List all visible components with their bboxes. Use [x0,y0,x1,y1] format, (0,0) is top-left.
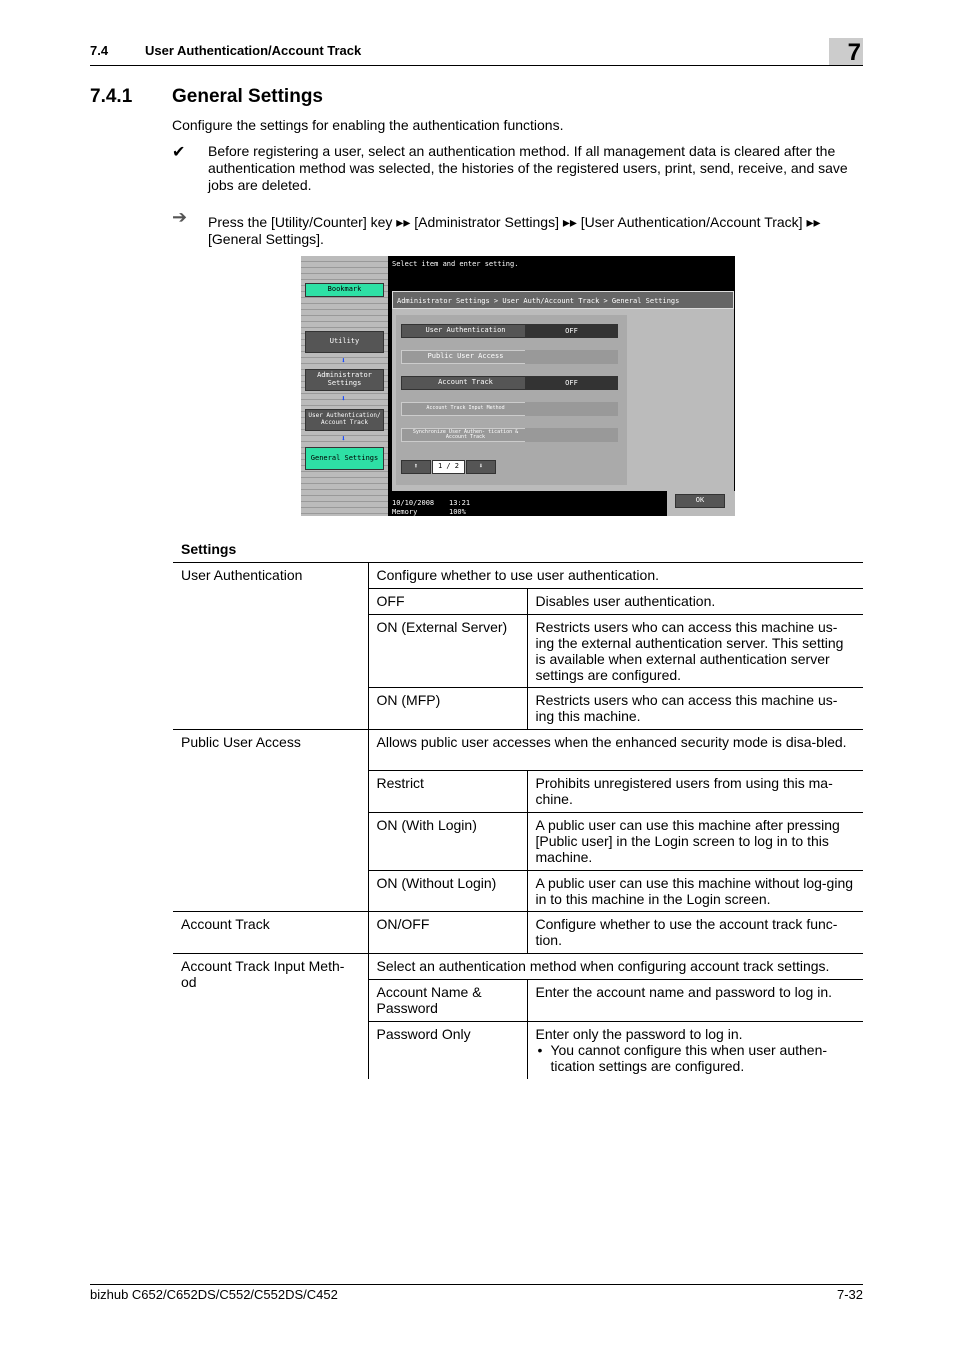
page-up-icon: ⬆ [401,460,431,474]
page-down-icon: ⬇ [466,460,496,474]
footer-divider [90,1284,863,1285]
option: OFF [368,588,528,615]
nav-utility: Utility [305,331,384,353]
table-row: Public User Access Allows public user acc… [173,729,863,912]
setting-name: Account Track Input Meth-od [173,953,369,1079]
bookmark-button: Bookmark [305,283,384,297]
header-section-number: 7.4 [90,43,109,58]
setting-name: Account Track [173,911,369,954]
setting-desc: Allows public user accesses when the enh… [368,729,863,771]
items-area: User Authentication OFF Public User Acce… [396,315,627,485]
bullet-text: You cannot configure this when user auth… [550,1042,828,1074]
option: ON (External Server) [368,614,528,688]
option-desc: Enter only the password to log in. • You c… [527,1021,863,1079]
date: 10/10/2008 [392,499,435,507]
ok-button: OK [675,494,725,508]
section-title: General Settings [172,86,323,107]
table-row: Account Track Input Meth-od Select an aut… [173,953,863,1079]
screen-breadcrumb: Administrator Settings > User Auth/Accou… [392,291,734,309]
settings-table: User Authentication Configure whether to … [173,562,863,1079]
option-desc: Disables user authentication. [527,588,863,615]
item-public-access: Public User Access [401,350,530,364]
screen-message: Select item and enter setting. [392,260,519,268]
setting-name: User Authentication [173,562,369,730]
settings-panel: Administrator Settings > User Auth/Accou… [392,291,734,491]
item-value: OFF [525,376,618,390]
down-arrow-icon: ⬇ [341,434,346,443]
section-number: 7.4.1 [90,86,133,107]
option-desc: Restricts users who can access this mach… [527,614,863,688]
header-divider [90,65,863,66]
note-text: Before registering a user, select an aut… [208,143,848,193]
memory-value: 100% [449,508,466,516]
page-indicator: 1 / 2 [432,460,465,474]
option: Password Only [368,1021,528,1079]
nav-user-auth: User Authentication/ Account Track [305,409,384,431]
control-panel-screenshot: Bookmark Utility ⬇ Administrator Setting… [301,256,735,516]
item-value [525,428,618,442]
option-desc: Prohibits unregistered users from using … [527,770,863,813]
option-desc: Configure whether to use the account tra… [527,911,863,954]
arrow-right-icon: ➔ [172,207,188,227]
bullet-icon: • [537,1042,543,1058]
settings-title: Settings [181,541,237,557]
option: ON (With Login) [368,812,528,871]
item-value: OFF [525,324,618,338]
option: ON/OFF [368,911,528,954]
item-sync: Synchronize User Authen- tication & Acco… [401,428,530,442]
option: ON (MFP) [368,687,528,730]
table-row: Account Track ON/OFF Configure whether to … [173,911,863,954]
step-text: Press the [Utility/Counter] key ▸▸ [Admi… [208,214,821,247]
option-desc: A public user can use this machine witho… [527,870,863,912]
table-row: User Authentication Configure whether to … [173,562,863,730]
nav-general-settings: General Settings [305,447,384,470]
checkmark-icon: ✔ [172,144,186,161]
item-user-auth: User Authentication [401,324,530,338]
down-arrow-icon: ⬇ [341,356,346,365]
option: ON (Without Login) [368,870,528,912]
item-value [525,350,618,364]
time: 13:21 [449,499,471,507]
option-desc: Restricts users who can access this mach… [527,687,863,730]
setting-desc: Configure whether to use user authentica… [368,562,863,589]
footer-model: bizhub C652/C652DS/C552/C552DS/C452 [90,1287,338,1302]
setting-name: Public User Access [173,729,369,912]
header-section-title: User Authentication/Account Track [145,43,362,58]
down-arrow-icon: ⬇ [341,394,346,403]
option-desc: A public user can use this machine after… [527,812,863,871]
setting-desc: Select an authentication method when con… [368,953,863,980]
option: Restrict [368,770,528,813]
option: Account Name & Password [368,979,528,1022]
memory-label: Memory [392,508,418,516]
nav-admin: Administrator Settings [305,369,384,391]
option-desc-text: Enter only the password to log in. [535,1026,743,1042]
chapter-number: 7 [829,38,863,66]
intro-text: Configure the settings for enabling the … [172,117,564,133]
item-input-method: Account Track Input Method [401,402,530,416]
item-value [525,402,618,416]
option-desc: Enter the account name and password to l… [527,979,863,1022]
item-account-track: Account Track [401,376,530,390]
footer-page: 7-32 [836,1287,863,1302]
